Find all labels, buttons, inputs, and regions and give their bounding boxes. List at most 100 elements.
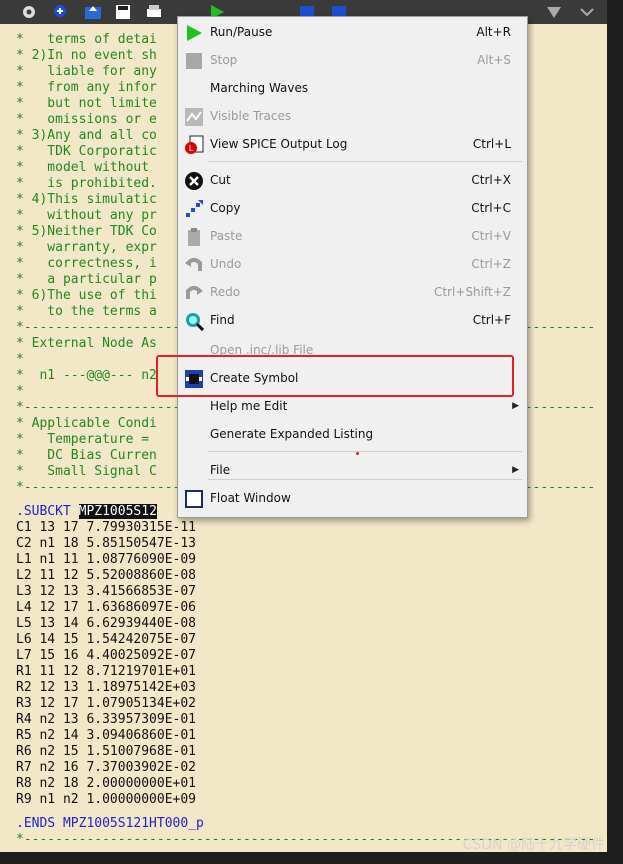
netlist-line: R8 n2 18 2.00000000E+01: [16, 776, 197, 791]
menu-item-generate-expanded-listing[interactable]: Generate Expanded Listing: [178, 423, 527, 447]
menu-item-marching-waves[interactable]: Marching Waves: [178, 77, 527, 101]
context-menu: Run/Pause Alt+R Stop Alt+S Marching Waves Vis…: [177, 16, 528, 518]
netlist-line: C1 13 17 7.79930315E-11: [16, 520, 197, 535]
find-icon: [184, 311, 205, 332]
comment-line: *: [16, 352, 24, 367]
netlist-line: L4 12 17 1.63686097E-06: [16, 600, 197, 615]
window-icon: [184, 489, 204, 509]
comment-line: * terms of detai: [16, 32, 157, 47]
netlist-line: L1 n1 11 1.08776090E-09: [16, 552, 197, 567]
log-icon: L: [184, 135, 204, 155]
comment-line: * is prohibited.: [16, 176, 157, 191]
comment-line: * Applicable Condi: [16, 416, 157, 431]
menu-item-label: Run/Pause: [210, 25, 273, 39]
stop-icon: [184, 51, 204, 71]
menu-item-label: Redo: [210, 285, 241, 299]
comment-line: * n1 ---@@@--- n2: [16, 368, 157, 383]
netlist-line: L2 11 12 5.52008860E-08: [16, 568, 197, 583]
menu-item-shortcut: Ctrl+Z: [471, 257, 511, 271]
menu-item-label: Generate Expanded Listing: [210, 427, 374, 441]
subckt-keyword: .SUBCKT: [16, 504, 71, 519]
menu-item-help-me-edit[interactable]: Help me Edit ▶: [178, 395, 527, 419]
copy-icon: [184, 199, 204, 219]
menu-item-label: Float Window: [210, 491, 291, 505]
menu-item-undo[interactable]: Undo Ctrl+Z: [178, 253, 527, 277]
svg-text:L: L: [189, 144, 194, 153]
menu-item-label: Marching Waves: [210, 81, 309, 95]
redo-icon: [184, 283, 204, 303]
down-arrow-icon[interactable]: [545, 3, 563, 21]
menu-item-float-window[interactable]: Float Window: [178, 487, 527, 511]
menu-item-label: Copy: [210, 201, 241, 215]
netlist-line: R3 12 17 1.07905134E+02: [16, 696, 197, 711]
right-dark-border: [607, 0, 623, 864]
menu-item-copy[interactable]: Copy Ctrl+C: [178, 197, 527, 221]
menu-item-label: Undo: [210, 257, 242, 271]
print-icon[interactable]: [145, 3, 163, 21]
netlist-line: R6 n2 15 1.51007968E-01: [16, 744, 197, 759]
menu-item-shortcut: Ctrl+Shift+Z: [434, 285, 511, 299]
open-folder-icon[interactable]: [84, 3, 102, 21]
comment-line: * Small Signal C: [16, 464, 157, 479]
menu-item-shortcut: Ctrl+V: [471, 229, 511, 243]
netlist-line: L6 14 15 1.54242075E-07: [16, 632, 197, 647]
netlist-line: L7 15 16 4.40025092E-07: [16, 648, 197, 663]
menu-item-shortcut: Alt+R: [476, 25, 511, 39]
menu-item-shortcut: Ctrl+X: [471, 173, 511, 187]
netlist-line: R9 n1 n2 1.00000000E+09: [16, 792, 197, 807]
gear-icon[interactable]: [20, 3, 38, 21]
menu-item-redo[interactable]: Redo Ctrl+Shift+Z: [178, 281, 527, 305]
netlist-line: R7 n2 16 7.37003902E-02: [16, 760, 197, 775]
menu-item-paste[interactable]: Paste Ctrl+V: [178, 225, 527, 249]
menu-item-label: Cut: [210, 173, 231, 187]
comment-line: * Temperature =: [16, 432, 150, 447]
subckt-name-selected[interactable]: MPZ1005S12: [78, 504, 157, 519]
menu-separator: [208, 451, 522, 452]
netlist-line: R4 n2 13 6.33957309E-01: [16, 712, 197, 727]
submenu-arrow-icon: ▶: [512, 401, 519, 411]
menu-item-shortcut: Ctrl+L: [472, 137, 511, 151]
chevron-down-icon[interactable]: [578, 3, 596, 21]
comment-line: * DC Bias Curren: [16, 448, 157, 463]
zoom-in-icon[interactable]: [52, 3, 70, 21]
menu-item-shortcut: Ctrl+C: [471, 201, 511, 215]
menu-item-label: File: [210, 463, 231, 477]
menu-item-label: Paste: [210, 229, 243, 243]
cut-icon: [184, 171, 204, 191]
menu-item-shortcut: Ctrl+F: [472, 313, 511, 327]
highlight-box: [156, 355, 514, 397]
run-icon: [184, 23, 204, 43]
undo-icon: [184, 255, 204, 275]
comment-line: *: [16, 384, 24, 399]
comment-line: * to the terms a: [16, 304, 157, 319]
netlist-line: R1 11 12 8.71219701E+01: [16, 664, 197, 679]
watermark: CSDN @陆十九学硬件: [462, 837, 605, 853]
subckt-line: .SUBCKT MPZ1005S12: [16, 504, 157, 520]
save-icon[interactable]: [114, 3, 132, 21]
menu-separator: [208, 161, 522, 162]
menu-item-label: Find: [210, 313, 235, 327]
menu-item-label: Stop: [210, 53, 238, 67]
paste-icon: [184, 227, 204, 247]
netlist-line: R2 12 13 1.18975142E+03: [16, 680, 197, 695]
menu-item-label: View SPICE Output Log: [210, 137, 348, 151]
menu-item-visible-traces[interactable]: Visible Traces: [178, 105, 527, 129]
comment-line: * External Node As: [16, 336, 157, 351]
comment-line: * without any pr: [16, 208, 157, 223]
menu-item-view-spice-log[interactable]: L View SPICE Output Log Ctrl+L: [178, 133, 527, 157]
menu-item-stop[interactable]: Stop Alt+S: [178, 49, 527, 73]
menu-item-cut[interactable]: Cut Ctrl+X: [178, 169, 527, 193]
traces-icon: [184, 107, 204, 127]
red-dot-marker: [356, 452, 359, 455]
menu-item-run-pause[interactable]: Run/Pause Alt+R: [178, 21, 527, 45]
menu-item-label: Visible Traces: [210, 109, 292, 123]
netlist-line: C2 n1 18 5.85150547E-13: [16, 536, 197, 551]
submenu-arrow-icon: ▶: [512, 465, 519, 475]
menu-item-find[interactable]: Find Ctrl+F: [178, 309, 527, 333]
menu-item-shortcut: Alt+S: [477, 53, 511, 67]
menu-separator: [208, 479, 522, 480]
ends-line: .ENDS MPZ1005S121HT000_p: [16, 816, 204, 831]
menu-item-label: Help me Edit: [210, 399, 288, 413]
netlist-line: R5 n2 14 3.09406860E-01: [16, 728, 197, 743]
netlist-line: L3 12 13 3.41566853E-07: [16, 584, 197, 599]
